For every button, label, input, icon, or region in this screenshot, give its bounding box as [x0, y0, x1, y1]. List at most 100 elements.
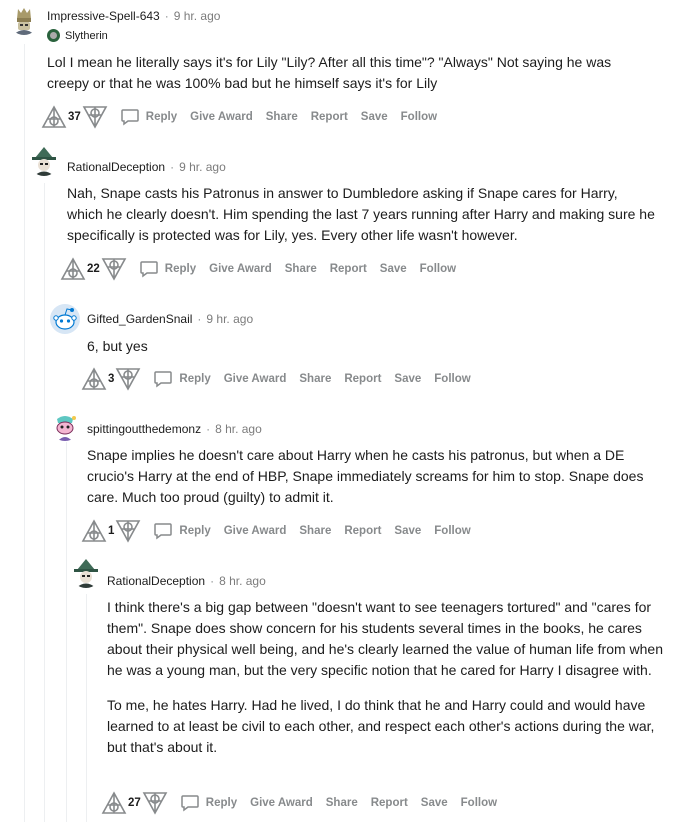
reply-button[interactable]: Reply [153, 522, 211, 540]
timestamp[interactable]: 8 hr. ago [219, 574, 266, 588]
follow-button[interactable]: Follow [401, 111, 437, 123]
vote-controls: 37 [41, 105, 108, 129]
share-button[interactable]: Share [326, 797, 358, 809]
downvote-icon[interactable] [101, 257, 127, 281]
vote-controls: 27 [101, 791, 168, 815]
report-button[interactable]: Report [330, 263, 367, 275]
follow-button[interactable]: Follow [461, 797, 497, 809]
follow-label: Follow [434, 373, 471, 385]
username[interactable]: Gifted_GardenSnail [87, 312, 192, 326]
share-label: Share [325, 797, 358, 809]
reply-button[interactable]: Reply [139, 260, 196, 278]
follow-button[interactable]: Follow [420, 263, 456, 275]
give-award-button[interactable]: Give Award [224, 373, 287, 385]
avatar[interactable] [50, 304, 80, 334]
give-award-button[interactable]: Give Award [224, 525, 287, 537]
report-button[interactable]: Report [371, 797, 408, 809]
avatar[interactable] [71, 558, 101, 588]
comment-paragraph: To me, he hates Harry. Had he lived, I d… [107, 697, 655, 755]
timestamp[interactable]: 9 hr. ago [174, 9, 221, 23]
share-button[interactable]: Share [299, 525, 331, 537]
report-button[interactable]: Report [311, 111, 348, 123]
upvote-icon[interactable] [60, 257, 86, 281]
thread-line[interactable] [24, 44, 25, 822]
reply-button[interactable]: Reply [180, 794, 237, 812]
username[interactable]: Impressive-Spell-643 [47, 9, 160, 23]
reply-button[interactable]: Reply [120, 108, 177, 126]
snoo-default-avatar-icon [50, 304, 80, 334]
share-button[interactable]: Share [285, 263, 317, 275]
timestamp[interactable]: 8 hr. ago [215, 422, 262, 436]
give-award-button[interactable]: Give Award [209, 263, 272, 275]
report-button[interactable]: Report [344, 373, 381, 385]
upvote-icon[interactable] [41, 105, 67, 129]
give-award-label: Give Award [223, 373, 287, 385]
comment-paragraph: Nah, Snape casts his Patronus in answer … [67, 185, 655, 243]
share-button[interactable]: Share [266, 111, 298, 123]
report-label: Report [310, 111, 348, 123]
comment-body: 6, but yes [87, 336, 657, 357]
share-label: Share [299, 525, 332, 537]
upvote-icon[interactable] [81, 519, 107, 543]
thread-line[interactable] [44, 183, 45, 822]
reply-bubble-icon [154, 523, 173, 540]
comment-body: Lol I mean he literally says it's for Li… [47, 52, 657, 94]
save-button[interactable]: Save [394, 373, 421, 385]
thread-line[interactable] [86, 594, 87, 822]
comment-header: RationalDeception · 9 hr. ago [67, 160, 226, 174]
follow-label: Follow [419, 263, 457, 275]
separator-dot: · [206, 422, 211, 436]
give-award-label: Give Award [190, 111, 253, 123]
reply-bubble-icon [140, 261, 158, 278]
follow-label: Follow [434, 525, 471, 537]
comment-body: Nah, Snape casts his Patronus in answer … [67, 183, 657, 246]
downvote-icon[interactable] [142, 791, 168, 815]
separator-dot: · [197, 312, 202, 326]
separator-dot: · [210, 574, 215, 588]
upvote-icon[interactable] [101, 791, 127, 815]
share-label: Share [265, 111, 298, 123]
give-award-label: Give Award [223, 525, 287, 537]
comment-body: Snape implies he doesn't care about Harr… [87, 445, 657, 508]
vote-controls: 3 [81, 367, 141, 391]
save-label: Save [360, 111, 388, 123]
upvote-icon[interactable] [81, 367, 107, 391]
save-button[interactable]: Save [421, 797, 448, 809]
timestamp[interactable]: 9 hr. ago [206, 312, 253, 326]
comment-actions: 27 Reply Give Award Share Report Save Fo… [101, 791, 497, 815]
vote-score: 1 [108, 525, 115, 537]
avatar[interactable] [50, 411, 80, 441]
follow-button[interactable]: Follow [434, 373, 470, 385]
downvote-icon[interactable] [115, 519, 141, 543]
share-button[interactable]: Share [299, 373, 331, 385]
reply-label: Reply [145, 111, 178, 123]
downvote-icon[interactable] [115, 367, 141, 391]
report-label: Report [370, 797, 408, 809]
comment-header: Impressive-Spell-643 · 9 hr. ago [47, 9, 220, 23]
thread-line[interactable] [66, 442, 67, 822]
reply-label: Reply [164, 263, 197, 275]
vote-score: 3 [108, 373, 115, 385]
username[interactable]: RationalDeception [67, 160, 165, 174]
comment-actions: 22 Reply Give Award Share Report Save Fo… [60, 257, 456, 281]
report-button[interactable]: Report [344, 525, 381, 537]
avatar[interactable] [29, 146, 59, 176]
comment-body: I think there's a big gap between "doesn… [107, 597, 663, 758]
save-button[interactable]: Save [380, 263, 407, 275]
username[interactable]: spittingoutthedemonz [87, 422, 201, 436]
vote-score: 22 [87, 263, 100, 275]
downvote-icon[interactable] [82, 105, 108, 129]
flair-label: Slytherin [65, 29, 108, 42]
reply-button[interactable]: Reply [153, 370, 211, 388]
follow-button[interactable]: Follow [434, 525, 470, 537]
save-label: Save [394, 525, 422, 537]
separator-dot: · [170, 160, 175, 174]
username[interactable]: RationalDeception [107, 574, 205, 588]
wizard-helmet-avatar-icon [13, 8, 35, 35]
save-button[interactable]: Save [394, 525, 421, 537]
save-button[interactable]: Save [361, 111, 388, 123]
timestamp[interactable]: 9 hr. ago [179, 160, 226, 174]
avatar[interactable] [9, 5, 39, 35]
give-award-button[interactable]: Give Award [250, 797, 313, 809]
give-award-button[interactable]: Give Award [190, 111, 253, 123]
